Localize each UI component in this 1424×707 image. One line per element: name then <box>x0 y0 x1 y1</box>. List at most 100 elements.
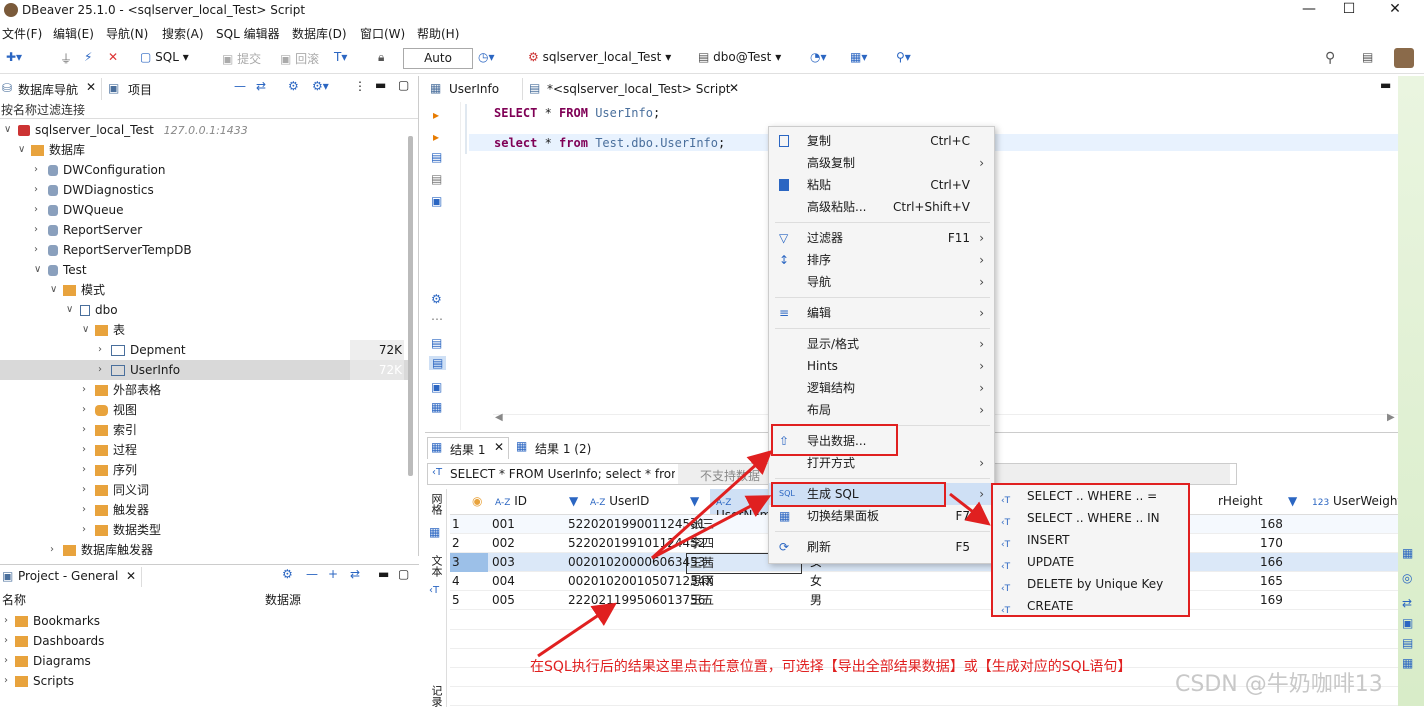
sort-icon[interactable]: ▼ <box>569 494 578 508</box>
perspective-icon[interactable]: ▤ <box>1362 50 1373 64</box>
chevron-right-icon[interactable]: › <box>82 480 86 500</box>
scroll-right-icon[interactable]: ▶ <box>1387 412 1395 423</box>
tree-table[interactable]: › Depment 72K <box>0 340 412 360</box>
cell-userid[interactable]: 002010200006063453 <box>568 553 705 572</box>
add-icon[interactable]: + <box>328 567 338 581</box>
chevron-right-icon[interactable]: › <box>34 160 38 180</box>
close-button[interactable]: ✕ <box>1372 0 1418 22</box>
scroll-left-icon[interactable]: ◀ <box>495 412 503 423</box>
connect-icon[interactable]: ⚡ <box>84 50 92 64</box>
tree-dbo[interactable]: ∨ dbo <box>0 300 412 320</box>
connection-filter-input[interactable]: 按名称过滤连接 <box>0 101 418 119</box>
menu-item-paste[interactable]: 粘贴 Ctrl+V <box>769 174 996 196</box>
tree-folder[interactable]: › 索引 <box>0 420 412 440</box>
project-item[interactable]: › Dashboards <box>0 631 412 651</box>
tree-db[interactable]: › DWConfiguration <box>0 160 412 180</box>
tree-db[interactable]: › DWQueue <box>0 200 412 220</box>
cell-usersex[interactable]: 女 <box>810 572 822 591</box>
tab-result-2[interactable]: ▦ 结果 1 (2) <box>513 437 613 459</box>
tree-db[interactable]: › ReportServer <box>0 220 412 240</box>
tree-folder[interactable]: › 外部表格 <box>0 380 412 400</box>
panel-icon[interactable]: ▣ <box>1402 616 1413 630</box>
menu-item-layout[interactable]: 布局 › <box>769 399 996 421</box>
menu-item-advanced-paste[interactable]: 高级粘贴... Ctrl+Shift+V <box>769 196 996 218</box>
chevron-down-icon[interactable]: ∨ <box>82 320 89 340</box>
settings-icon[interactable]: ⚙ <box>282 567 293 581</box>
lock-icon[interactable]: 🔒︎ <box>378 50 384 65</box>
chevron-right-icon[interactable]: › <box>4 671 8 691</box>
cell-id[interactable]: 002 <box>492 534 515 553</box>
maximize-panel-icon[interactable]: ▢ <box>398 78 409 92</box>
cell-userheight[interactable]: 166 <box>1260 553 1283 572</box>
menu-help[interactable]: 帮助(H) <box>417 25 459 42</box>
grid-toggle[interactable]: 网格 <box>428 493 444 515</box>
minimize-panel-icon[interactable]: ▬ <box>1380 78 1391 92</box>
tree-folder[interactable]: › 过程 <box>0 440 412 460</box>
cell-id[interactable]: 001 <box>492 515 515 534</box>
chevron-down-icon[interactable]: ∨ <box>18 140 25 160</box>
menu-database[interactable]: 数据库(D) <box>292 25 347 42</box>
output-icon[interactable]: ▣ <box>431 380 442 394</box>
tree-tables[interactable]: ∨ 表 <box>0 320 412 340</box>
collapse-icon[interactable]: — <box>234 79 246 93</box>
cell-userid[interactable]: 522020199101124452 <box>568 534 705 553</box>
tree-folder[interactable]: › 数据类型 <box>0 520 412 540</box>
tab-project[interactable]: ▣ 项目 <box>106 78 166 100</box>
tree-folder[interactable]: › 同义词 <box>0 480 412 500</box>
menu-search[interactable]: 搜索(A) <box>162 25 204 42</box>
chevron-right-icon[interactable]: › <box>34 200 38 220</box>
tree-connection[interactable]: ∨ sqlserver_local_Test 127.0.0.1:1433 <box>0 120 412 140</box>
explain-icon[interactable]: ▤ <box>431 150 442 164</box>
panel-icon[interactable]: ▤ <box>1402 636 1413 650</box>
cell-userid[interactable]: 222021199506013756 <box>568 591 705 610</box>
chevron-right-icon[interactable]: › <box>4 651 8 671</box>
menu-item-hints[interactable]: Hints › <box>769 355 996 377</box>
chevron-right-icon[interactable]: › <box>82 400 86 420</box>
panel-icon[interactable]: ▦ <box>1402 656 1413 670</box>
cell-username[interactable]: 王五 <box>690 591 714 610</box>
execute-icon[interactable]: ▸ <box>433 108 439 122</box>
chevron-right-icon[interactable]: › <box>82 520 86 540</box>
result-panel-active-icon[interactable]: ▤ <box>429 356 447 370</box>
menu-item-filter[interactable]: ▽ 过滤器 F11 › <box>769 227 996 249</box>
link-icon[interactable]: ⇄ <box>1402 596 1412 610</box>
cell-username[interactable]: 李四 <box>690 534 714 553</box>
chevron-right-icon[interactable]: › <box>82 420 86 440</box>
layout-icon[interactable]: ▦ <box>431 400 442 414</box>
tab-userinfo[interactable]: ▦ UserInfo <box>425 78 523 100</box>
table-row[interactable]: 5 005 222021199506013756 王五 男 169 <box>450 591 1400 610</box>
tree-folder[interactable]: › 触发器 <box>0 500 412 520</box>
chevron-down-icon[interactable]: ∨ <box>34 260 41 280</box>
tree-db[interactable]: ∨ Test <box>0 260 412 280</box>
menu-item-refresh[interactable]: ⟳ 刷新 F5 <box>769 536 996 558</box>
terminal-icon[interactable]: ▣ <box>431 194 442 208</box>
chevron-right-icon[interactable]: › <box>82 460 86 480</box>
sql-editor-button[interactable]: ▢ SQL ▾ <box>140 50 189 64</box>
menu-icon[interactable]: ⋮ <box>354 79 366 93</box>
menu-item-advanced-copy[interactable]: 高级复制 › <box>769 152 996 174</box>
tree-databases[interactable]: ∨ 数据库 <box>0 140 412 160</box>
search-icon[interactable]: ⚲▾ <box>896 50 911 64</box>
commit-button[interactable]: ▣ 提交 <box>222 50 261 67</box>
chevron-right-icon[interactable]: › <box>82 500 86 520</box>
menu-item-sort[interactable]: ↕ 排序 › <box>769 249 996 271</box>
menu-item-toggle-results[interactable]: ▦ 切换结果面板 F7 <box>769 505 996 527</box>
filter-icon[interactable]: ⚙ <box>288 79 299 93</box>
tab-result-1[interactable]: ▦ 结果 1 ✕ <box>427 437 509 459</box>
cell-username[interactable]: 张三 <box>690 515 714 534</box>
tree-folder[interactable]: › 视图 <box>0 400 412 420</box>
tab-project-general[interactable]: ▣ Project - General ✕ <box>0 567 142 587</box>
new-connection-icon[interactable]: ✚▾ <box>6 50 22 64</box>
result-panel-icon[interactable]: ▤ <box>431 336 442 350</box>
cell-id[interactable]: 005 <box>492 591 515 610</box>
tab-script[interactable]: ▤ *<sqlserver_local_Test> Script ✕ <box>525 78 745 102</box>
minimize-panel-icon[interactable]: ▬ <box>378 567 389 581</box>
connection-selector[interactable]: ⚙ sqlserver_local_Test ▾ <box>528 50 671 64</box>
chevron-right-icon[interactable]: › <box>50 540 54 560</box>
menu-item-logical-structure[interactable]: 逻辑结构 › <box>769 377 996 399</box>
menu-item-edit[interactable]: ≡ 编辑 › <box>769 302 996 324</box>
scrollbar[interactable] <box>408 136 413 476</box>
cell-id[interactable]: 004 <box>492 572 515 591</box>
maximize-panel-icon[interactable]: ▢ <box>398 567 409 581</box>
project-item[interactable]: › Bookmarks <box>0 611 412 631</box>
